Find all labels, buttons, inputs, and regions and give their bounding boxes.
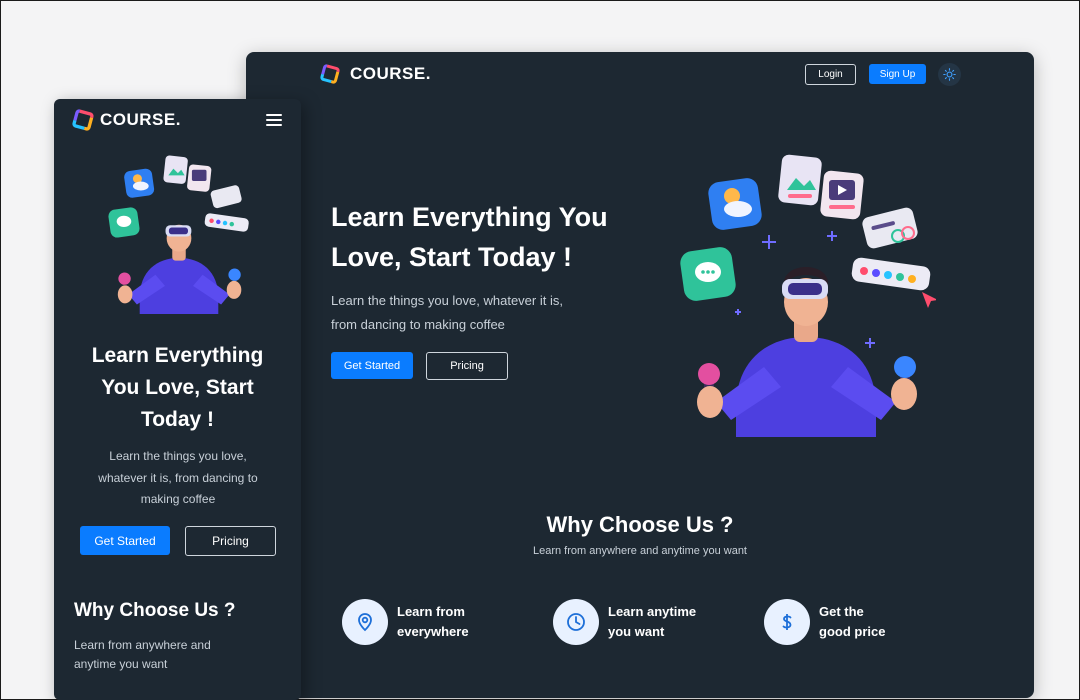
hero-subtitle-line: from dancing to making coffee <box>331 317 505 332</box>
hero-subtitle-line: whatever it is, from dancing to <box>98 470 258 485</box>
feature-item: Get the good price <box>764 599 929 645</box>
clock-icon <box>567 613 585 631</box>
feature-item: Learn anytime you want <box>553 599 718 645</box>
location-pin-icon <box>358 613 372 632</box>
dollar-icon <box>782 614 792 630</box>
feature-icon-circle <box>553 599 599 645</box>
desktop-window: COURSE. Login Sign Up Learn Everything Y… <box>246 52 1034 698</box>
feature-text: Learn from everywhere <box>397 602 507 642</box>
hero-illustration <box>680 154 936 437</box>
desktop-logo[interactable]: COURSE. <box>320 64 431 84</box>
image-card-icon <box>778 154 822 206</box>
hero-title-line: Love, Start Today ! <box>331 242 573 272</box>
chat-bubble-icon <box>680 247 736 301</box>
pricing-button[interactable]: Pricing <box>426 352 508 380</box>
feature-text: Get the good price <box>819 602 929 642</box>
color-palette-icon <box>851 257 936 308</box>
feature-line: everywhere <box>397 624 469 639</box>
why-choose-title: Why Choose Us ? <box>74 600 236 621</box>
hero-title: Learn Everything You Love, Start Today ! <box>54 340 301 436</box>
hero-subtitle: Learn the things you love, whatever it i… <box>331 289 631 337</box>
brand-name: COURSE. <box>350 64 431 83</box>
get-started-button[interactable]: Get Started <box>80 526 170 555</box>
feature-icon-circle <box>764 599 810 645</box>
why-choose-title: Why Choose Us ? <box>546 512 734 537</box>
why-subtitle-line: anytime you want <box>74 657 168 671</box>
hamburger-menu-icon[interactable] <box>266 114 282 126</box>
why-choose-subtitle: Learn from anywhere and anytime you want <box>532 545 747 557</box>
feature-line: Get the <box>819 604 864 619</box>
get-started-button[interactable]: Get Started <box>331 352 413 379</box>
feature-icon-circle <box>342 599 388 645</box>
hero-subtitle-line: Learn the things you love, whatever it i… <box>331 293 563 308</box>
theme-toggle-button[interactable] <box>938 63 961 86</box>
logo-icon <box>72 109 94 131</box>
why-choose-subtitle: Learn from anywhere and anytime you want <box>74 636 254 674</box>
logo-icon <box>320 64 340 84</box>
hero-title-line: Today ! <box>140 408 215 431</box>
brand-name: COURSE. <box>100 110 181 129</box>
login-button[interactable]: Login <box>805 64 856 85</box>
feature-text: Learn anytime you want <box>608 602 718 642</box>
feature-line: Learn anytime <box>608 604 697 619</box>
hero-illustration <box>108 155 249 314</box>
sun-icon <box>943 68 956 81</box>
weather-card-icon <box>708 178 762 230</box>
signup-button[interactable]: Sign Up <box>869 64 926 84</box>
feature-line: you want <box>608 624 665 639</box>
feature-item: Learn from everywhere <box>342 599 507 645</box>
hero-title-line: You Love, Start <box>101 376 254 399</box>
video-card-icon <box>820 170 864 220</box>
mobile-logo[interactable]: COURSE. <box>72 109 181 131</box>
hero-subtitle-line: Learn the things you love, <box>109 449 247 463</box>
pricing-button[interactable]: Pricing <box>185 526 276 556</box>
feature-line: Learn from <box>397 604 465 619</box>
settings-card-icon <box>862 207 918 249</box>
why-subtitle-line: Learn from anywhere and <box>74 638 211 652</box>
feature-line: good price <box>819 624 886 639</box>
hero-title-line: Learn Everything <box>91 344 264 367</box>
mobile-window: COURSE. Learn Everything You Love, Start… <box>54 99 301 700</box>
hero-title: Learn Everything You Love, Start Today ! <box>331 197 661 277</box>
hero-subtitle-line: making coffee <box>140 492 216 506</box>
hero-title-line: Learn Everything You <box>331 202 608 232</box>
hero-subtitle: Learn the things you love, whatever it i… <box>78 446 278 511</box>
